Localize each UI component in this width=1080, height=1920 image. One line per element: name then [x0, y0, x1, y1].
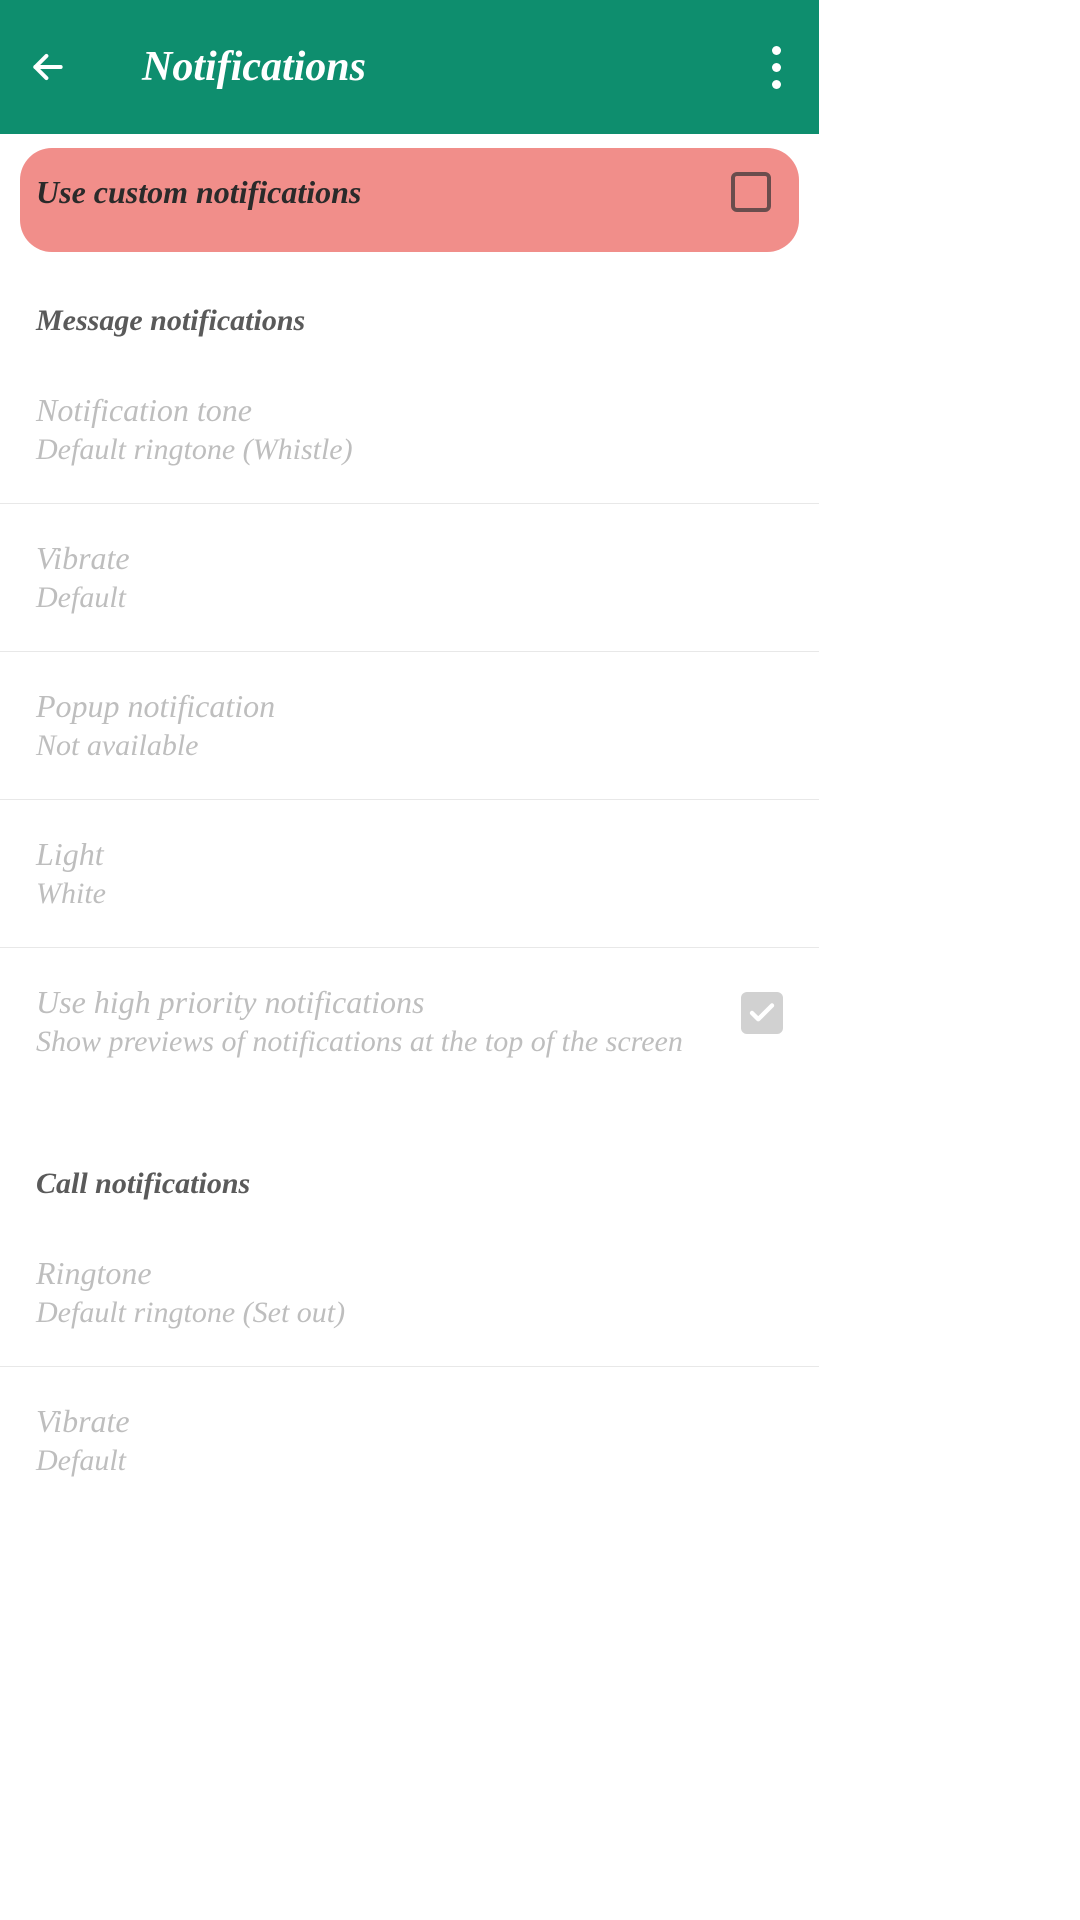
call-section-header: Call notifications — [0, 1095, 819, 1219]
menu-button[interactable] — [772, 46, 781, 89]
setting-subtitle: Default — [36, 1444, 783, 1478]
call-vibrate-row[interactable]: Vibrate Default — [0, 1367, 819, 1514]
notification-tone-row[interactable]: Notification tone Default ringtone (Whis… — [0, 356, 819, 504]
setting-title: Vibrate — [36, 540, 783, 577]
custom-notifications-label: Use custom notifications — [36, 174, 361, 211]
setting-title: Use high priority notifications — [36, 984, 741, 1021]
setting-title: Light — [36, 836, 783, 873]
setting-title: Vibrate — [36, 1403, 783, 1440]
light-row[interactable]: Light White — [0, 800, 819, 948]
checkbox-unchecked-icon — [731, 172, 771, 212]
vibrate-row[interactable]: Vibrate Default — [0, 504, 819, 652]
setting-subtitle: Default ringtone (Whistle) — [36, 433, 783, 467]
ringtone-row[interactable]: Ringtone Default ringtone (Set out) — [0, 1219, 819, 1367]
setting-title: Popup notification — [36, 688, 783, 725]
check-icon — [747, 998, 777, 1028]
setting-title: Notification tone — [36, 392, 783, 429]
setting-subtitle: White — [36, 877, 783, 911]
setting-title: Ringtone — [36, 1255, 783, 1292]
setting-subtitle: Default ringtone (Set out) — [36, 1296, 783, 1330]
popup-notification-row[interactable]: Popup notification Not available — [0, 652, 819, 800]
setting-subtitle: Show previews of notifications at the to… — [36, 1025, 741, 1059]
setting-subtitle: Not available — [36, 729, 783, 763]
custom-notifications-toggle[interactable]: Use custom notifications — [20, 148, 799, 252]
arrow-left-icon — [29, 48, 67, 86]
menu-dot-icon — [772, 63, 781, 72]
menu-dot-icon — [772, 80, 781, 89]
page-title: Notifications — [142, 43, 366, 91]
back-button[interactable] — [28, 47, 68, 87]
checkbox-checked-icon — [741, 992, 783, 1034]
app-header: Notifications — [0, 0, 819, 134]
content-area: Use custom notifications Message notific… — [0, 134, 819, 1514]
high-priority-row[interactable]: Use high priority notifications Show pre… — [0, 948, 819, 1095]
setting-subtitle: Default — [36, 581, 783, 615]
message-section-header: Message notifications — [0, 252, 819, 356]
menu-dot-icon — [772, 46, 781, 55]
setting-text-container: Use high priority notifications Show pre… — [36, 984, 741, 1059]
